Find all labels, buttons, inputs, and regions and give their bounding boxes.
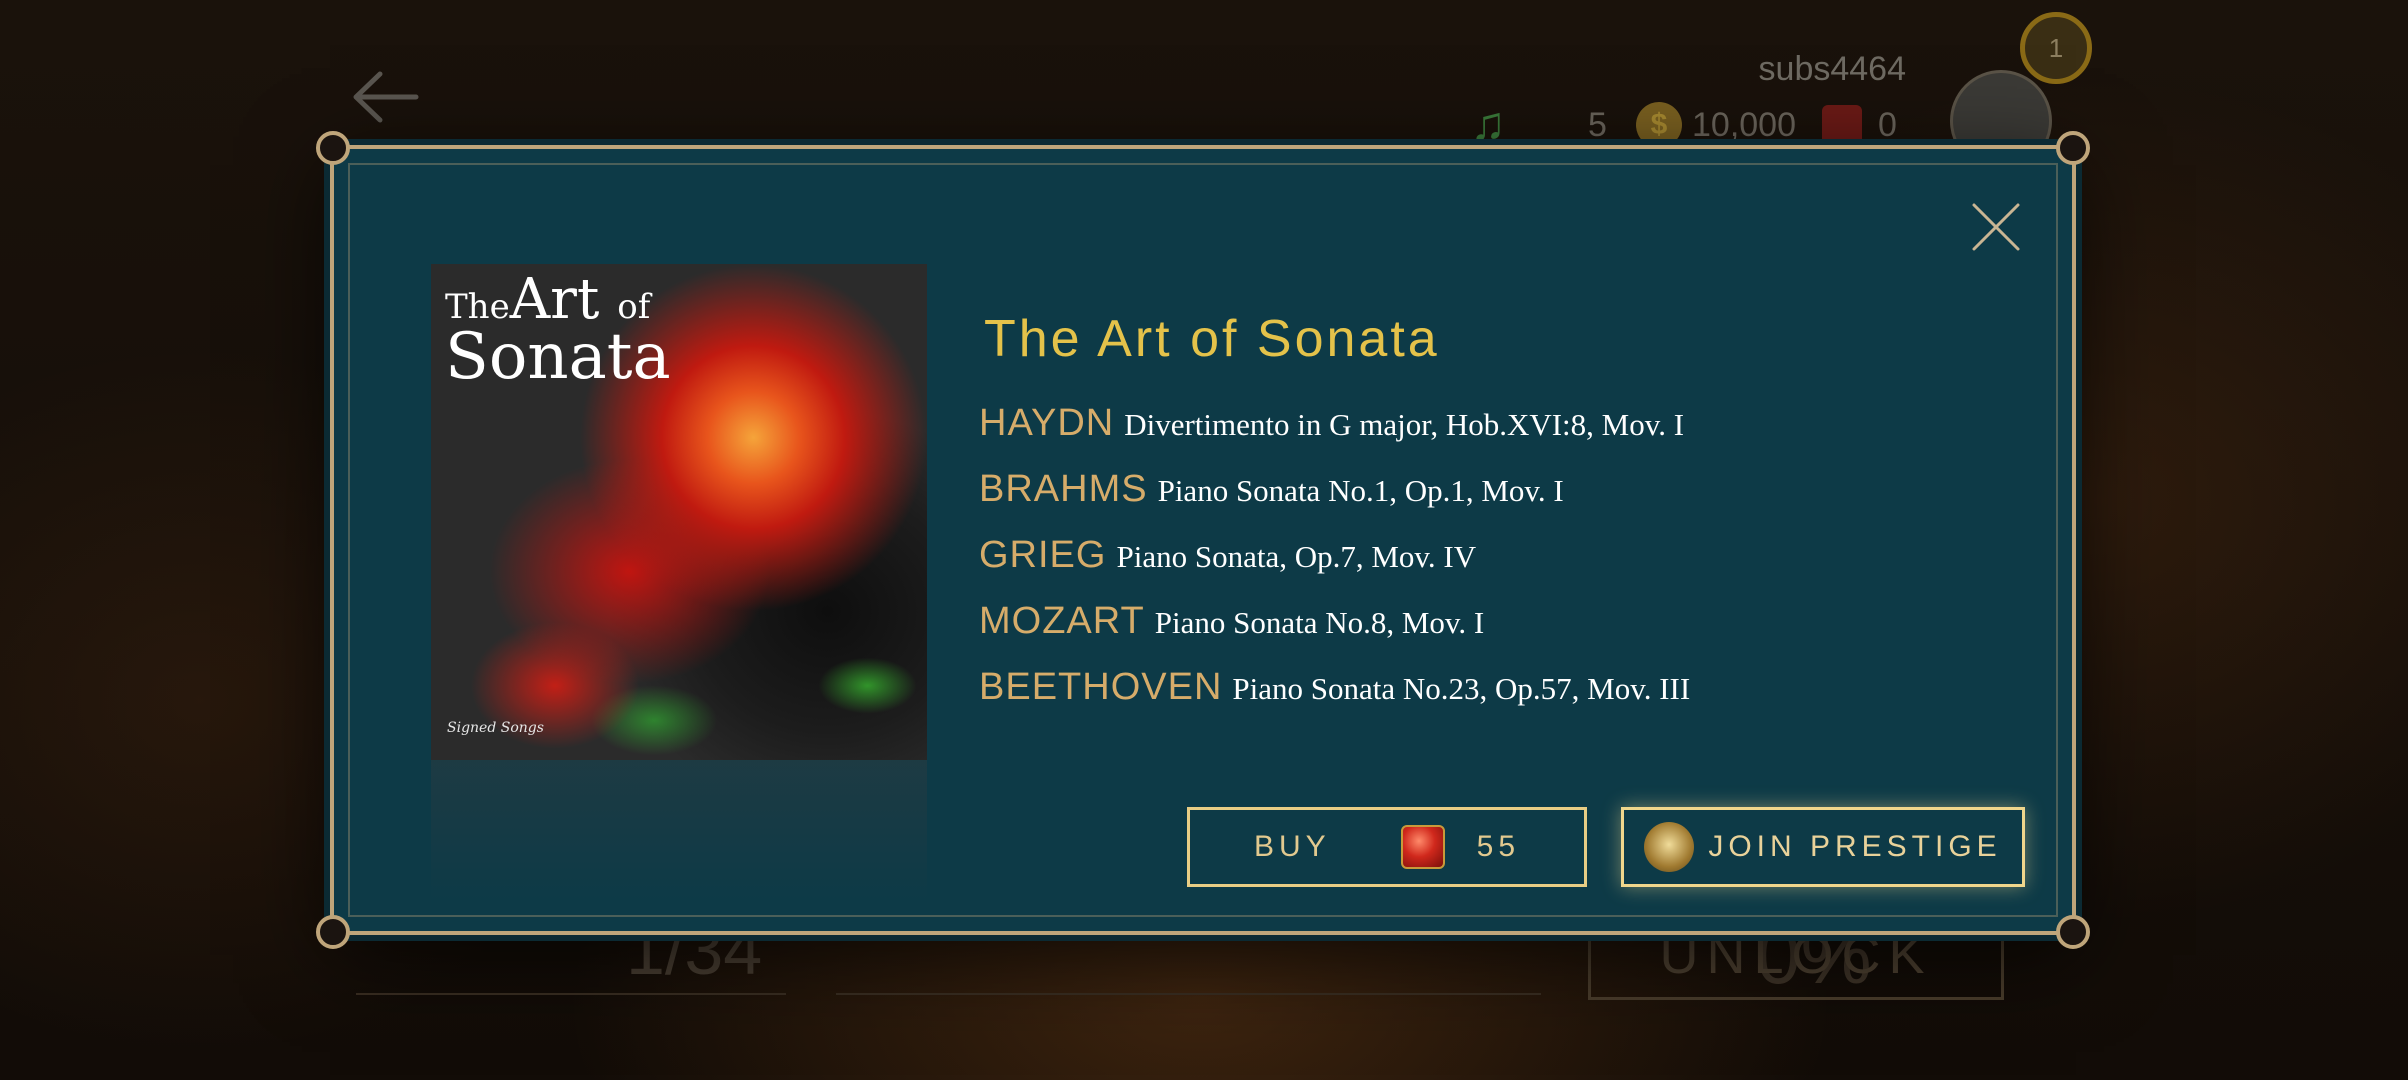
piece-title: Divertimento in G major, Hob.XVI:8, Mov.… [1124,407,1685,442]
username: subs4464 [1758,50,1906,88]
composer-name: MOZART [979,600,1145,642]
frame-corner [316,131,350,165]
divider [356,993,786,995]
list-item: HAYDN Divertimento in G major, Hob.XVI:8… [979,402,1979,468]
back-arrow-icon[interactable] [346,62,426,132]
music-note-icon: ♫ [1470,98,1506,151]
piece-title: Piano Sonata, Op.7, Mov. IV [1116,539,1477,574]
gem-count: 0 [1878,105,1897,144]
divider [836,993,1541,995]
composer-name: BRAHMS [979,468,1148,510]
album-detail-modal: TheArt of Sonata Signed Songs The Art of… [316,131,2090,949]
prestige-crest-icon [1644,822,1695,872]
close-icon[interactable] [1970,201,2022,253]
buy-price: 55 [1476,830,1521,863]
cover-reflection [431,760,927,900]
cover-credit: Signed Songs [447,720,544,736]
list-item: BRAHMS Piano Sonata No.1, Op.1, Mov. I [979,468,1979,534]
join-prestige-button[interactable]: JOIN PRESTIGE [1621,807,2025,887]
album-title: The Art of Sonata [984,310,1440,368]
buy-label: BUY [1253,830,1331,863]
level-badge: 1 [2020,12,2092,84]
frame-corner [2056,915,2090,949]
list-item: BEETHOVEN Piano Sonata No.23, Op.57, Mov… [979,666,1979,732]
frame-corner [316,915,350,949]
currency-bar: ♫ 5 $ 10,000 0 [1470,100,1910,150]
buy-button[interactable]: BUY 55 [1187,807,1587,887]
coin-icon: $ [1636,102,1682,148]
piece-title: Piano Sonata No.23, Op.57, Mov. III [1232,671,1691,706]
list-item: GRIEG Piano Sonata, Op.7, Mov. IV [979,534,1979,600]
album-cover: TheArt of Sonata Signed Songs [431,264,927,760]
composer-name: GRIEG [979,534,1107,576]
frame-corner [2056,131,2090,165]
notes-count: 5 [1588,105,1607,144]
prestige-label: JOIN PRESTIGE [1708,830,2002,863]
coin-count: 10,000 [1692,105,1796,144]
piece-title: Piano Sonata No.8, Mov. I [1154,605,1485,640]
ruby-gem-icon [1822,105,1862,145]
composer-name: BEETHOVEN [979,666,1223,708]
track-list: HAYDN Divertimento in G major, Hob.XVI:8… [979,402,1979,732]
gem-counter: 0 [1822,100,1897,150]
ruby-gem-icon [1400,825,1445,869]
list-item: MOZART Piano Sonata No.8, Mov. I [979,600,1979,666]
piece-title: Piano Sonata No.1, Op.1, Mov. I [1157,473,1564,508]
cover-title-line2: Sonata [445,320,671,394]
composer-name: HAYDN [979,402,1115,444]
coin-counter: $ 10,000 [1636,100,1796,150]
